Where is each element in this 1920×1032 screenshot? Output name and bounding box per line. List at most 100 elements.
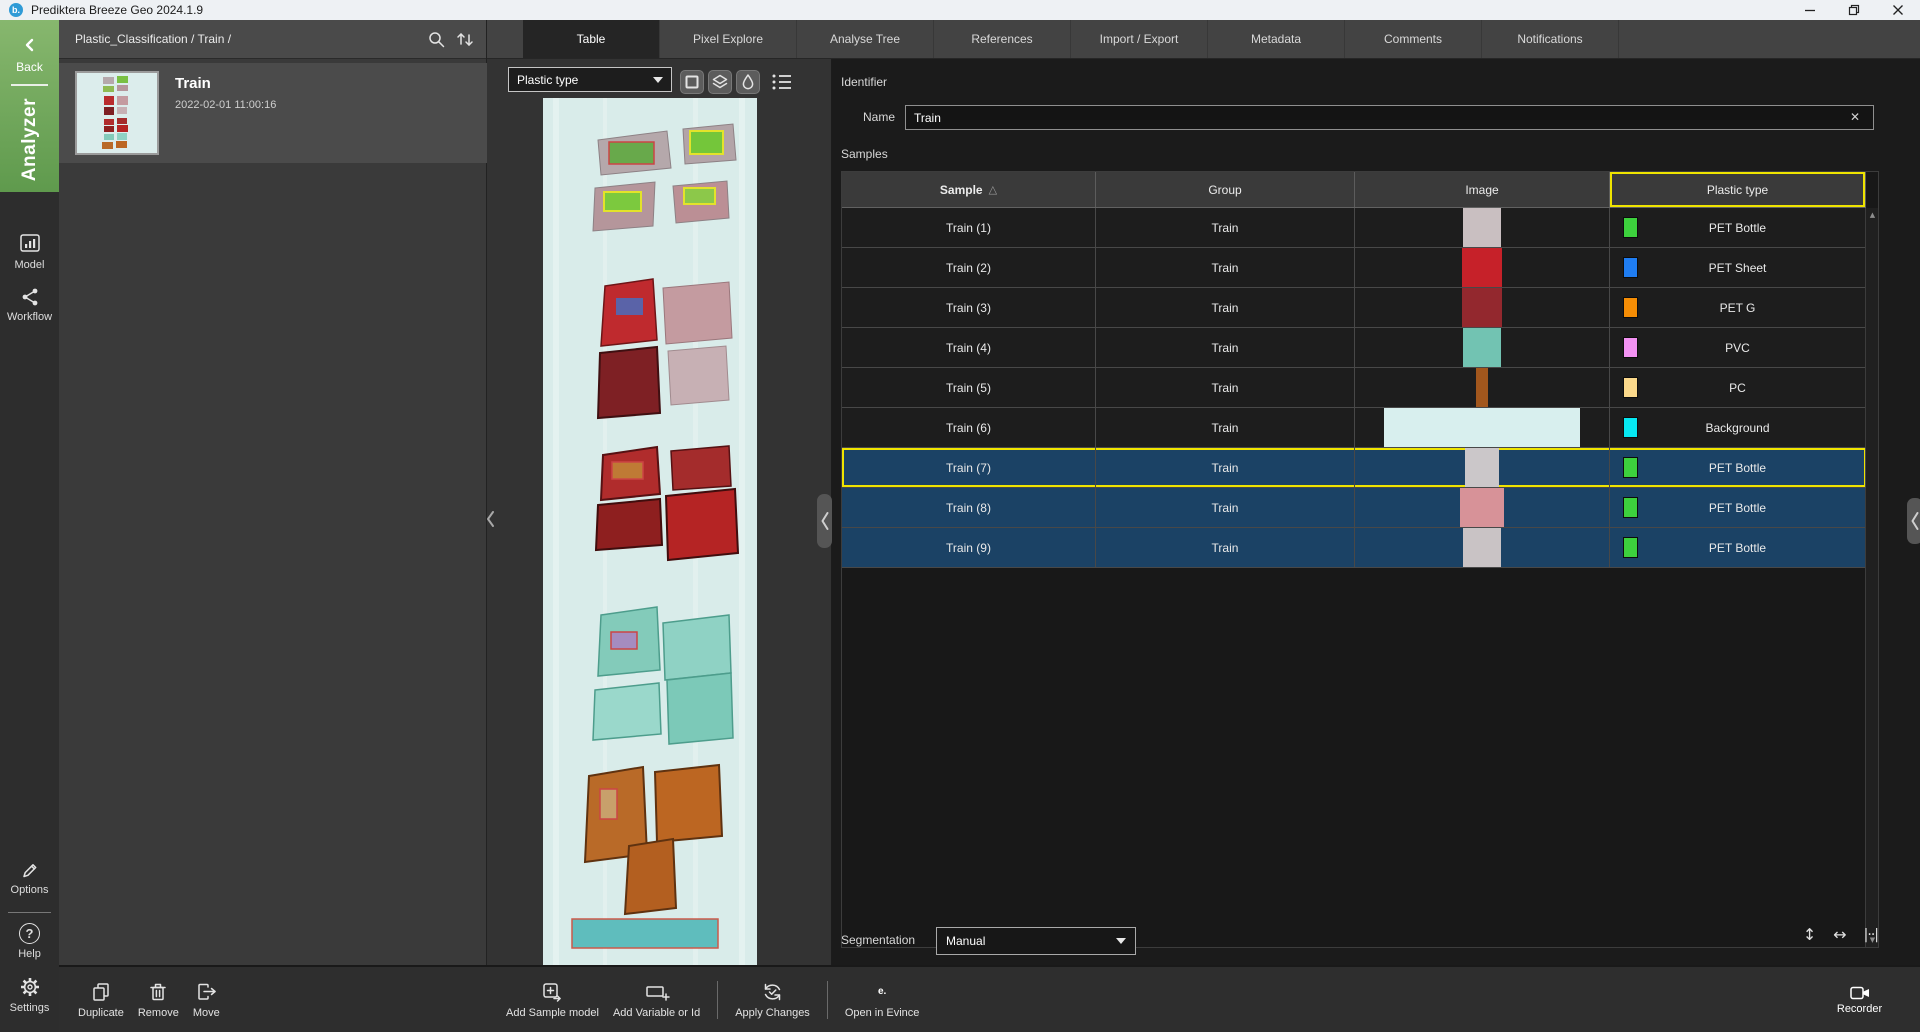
cell-image: [1355, 248, 1610, 287]
clear-name-icon[interactable]: ✕: [1850, 110, 1860, 124]
fit-height-icon[interactable]: ↕: [1803, 925, 1816, 944]
table-row[interactable]: Train (6)TrainBackground: [842, 408, 1866, 448]
sort-icon[interactable]: [456, 30, 474, 49]
tab-table[interactable]: Table: [523, 20, 660, 58]
tab-bar: TablePixel ExploreAnalyse TreeReferences…: [487, 20, 1920, 59]
fit-width-icon[interactable]: ↔: [1833, 925, 1846, 944]
recorder-button[interactable]: Recorder: [1812, 976, 1907, 1024]
sidebar-item-workflow[interactable]: Workflow: [0, 287, 59, 323]
chevron-down-icon: [653, 77, 663, 83]
tab-pixel-explore[interactable]: Pixel Explore: [660, 20, 797, 58]
back-button[interactable]: Back: [0, 60, 59, 74]
title-bar: b. Prediktera Breeze Geo 2024.1.9: [0, 0, 1920, 20]
table-row[interactable]: Train (8)Train PET Bottle: [842, 488, 1866, 528]
table-row[interactable]: Train (7)TrainPET Bottle: [842, 448, 1866, 488]
table-row[interactable]: Train (9)TrainPET Bottle: [842, 528, 1866, 568]
plastic-type-label: PET Sheet: [1709, 261, 1767, 275]
cell-group: Train: [1096, 208, 1355, 247]
sample-detail-panel: Identifier Name ✕ Samples Sample△ Group …: [832, 59, 1920, 965]
column-header-image[interactable]: Image: [1355, 172, 1610, 207]
list-icon: [771, 72, 793, 92]
class-color-swatch: [1623, 297, 1638, 318]
samples-table-header: Sample△ Group Image Plastic type: [842, 172, 1866, 208]
column-header-plastic-type[interactable]: Plastic type: [1610, 172, 1866, 207]
tab-metadata[interactable]: Metadata: [1208, 20, 1345, 58]
cell-sample: Train (7): [842, 448, 1096, 487]
apply-changes-button[interactable]: Apply Changes: [728, 981, 817, 1019]
minimize-button[interactable]: [1788, 0, 1832, 20]
contrast-tool-button[interactable]: [736, 70, 760, 94]
sidebar-item-settings[interactable]: Settings: [0, 976, 59, 1014]
class-color-swatch: [1623, 337, 1638, 358]
close-button[interactable]: [1876, 0, 1920, 20]
sample-strip-image[interactable]: [543, 98, 757, 965]
add-sample-model-button[interactable]: Add Sample model: [499, 981, 606, 1019]
cell-plastic-type: PVC: [1610, 328, 1866, 367]
table-row[interactable]: Train (2)TrainPET Sheet: [842, 248, 1866, 288]
cell-plastic-type: PET Bottle: [1610, 528, 1866, 567]
collapse-right-panel-handle[interactable]: [1907, 498, 1920, 544]
cell-plastic-type: PET Bottle: [1610, 208, 1866, 247]
cell-sample: Train (8): [842, 488, 1096, 527]
tab-analyse-tree[interactable]: Analyse Tree: [797, 20, 934, 58]
layer-select-value: Plastic type: [517, 73, 578, 87]
cell-image: [1355, 368, 1610, 407]
open-in-evince-button[interactable]: e. Open in Evince: [838, 981, 927, 1019]
table-row[interactable]: Train (5)TrainPC: [842, 368, 1866, 408]
table-row[interactable]: Train (1)TrainPET Bottle: [842, 208, 1866, 248]
cell-plastic-type: Background: [1610, 408, 1866, 447]
tab-import-export[interactable]: Import / Export: [1071, 20, 1208, 58]
plastic-type-label: PET Bottle: [1709, 221, 1766, 235]
scroll-up-icon[interactable]: ▲: [1866, 211, 1879, 219]
sort-indicator-icon: △: [989, 183, 997, 196]
class-color-swatch: [1623, 497, 1638, 518]
class-color-swatch: [1623, 257, 1638, 278]
column-header-sample[interactable]: Sample△: [842, 172, 1096, 207]
tab-comments[interactable]: Comments: [1345, 20, 1482, 58]
cell-group: Train: [1096, 488, 1355, 527]
table-row[interactable]: Train (3)TrainPET G: [842, 288, 1866, 328]
legend-list-button[interactable]: [771, 72, 793, 92]
name-input[interactable]: [905, 105, 1874, 130]
fit-columns-icon[interactable]: |··|: [1864, 927, 1878, 943]
duplicate-button[interactable]: Duplicate: [71, 981, 131, 1019]
cell-sample: Train (5): [842, 368, 1096, 407]
sidebar-item-model[interactable]: Model: [0, 233, 59, 271]
file-panel: Plastic_Classification / Train /: [59, 20, 487, 965]
search-icon[interactable]: [427, 30, 446, 49]
layers-tool-button[interactable]: [708, 70, 732, 94]
table-row[interactable]: Train (4)TrainPVC: [842, 328, 1866, 368]
table-scrollbar[interactable]: ▲ ▼: [1865, 208, 1878, 947]
add-variable-icon: [644, 981, 670, 1003]
restore-button[interactable]: [1832, 0, 1876, 20]
tab-notifications[interactable]: Notifications: [1482, 20, 1619, 58]
move-button[interactable]: Move: [186, 981, 227, 1019]
analyzer-tab[interactable]: Analyzer: [0, 92, 59, 188]
plastic-type-label: PET G: [1720, 301, 1756, 315]
main-sidebar: Back Analyzer Model Workflow: [0, 20, 59, 1032]
sidebar-item-options[interactable]: Options: [0, 860, 59, 896]
breadcrumb[interactable]: Plastic_Classification / Train /: [75, 32, 231, 46]
analyzer-section[interactable]: Back Analyzer: [0, 20, 59, 192]
sample-image-crop: [1462, 288, 1502, 327]
tab-references[interactable]: References: [934, 20, 1071, 58]
segmentation-select[interactable]: Manual: [936, 927, 1136, 955]
collapse-viewer-panel-handle[interactable]: [817, 494, 832, 548]
dataset-title: Train: [175, 75, 211, 92]
layer-select[interactable]: Plastic type: [508, 67, 672, 92]
plastic-type-label: PET Bottle: [1709, 501, 1766, 515]
apply-changes-icon: [761, 981, 784, 1003]
add-variable-button[interactable]: Add Variable or Id: [606, 981, 707, 1019]
sample-image-crop: [1463, 328, 1501, 367]
rectangle-tool-button[interactable]: [680, 70, 704, 94]
dataset-card-train[interactable]: Train 2022-02-01 11:00:16: [59, 63, 487, 163]
collapse-left-panel-handle[interactable]: [482, 502, 498, 536]
sample-image-crop: [1384, 408, 1580, 447]
cell-group: Train: [1096, 528, 1355, 567]
video-camera-icon: [1849, 985, 1871, 1001]
sidebar-divider: [11, 84, 48, 86]
column-header-group[interactable]: Group: [1096, 172, 1355, 207]
remove-button[interactable]: Remove: [131, 981, 186, 1019]
chevron-down-icon: [1116, 938, 1126, 944]
sidebar-item-help[interactable]: ? Help: [0, 923, 59, 960]
